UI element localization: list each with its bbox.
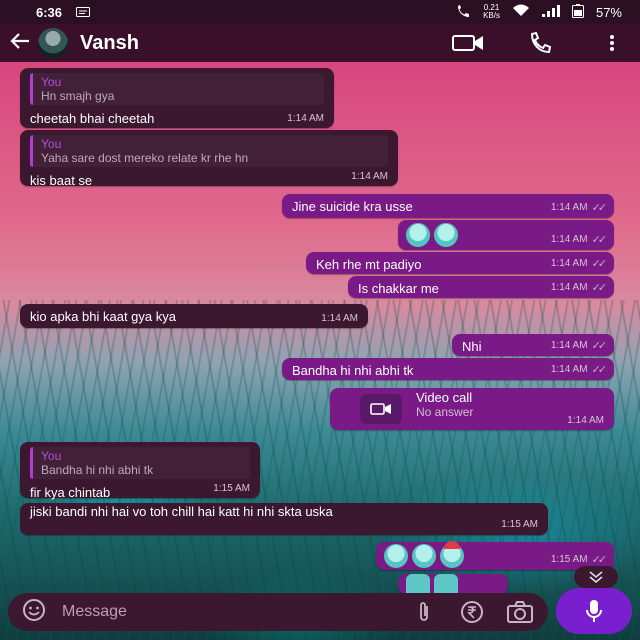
- message-time: 1:14 AM: [287, 113, 324, 124]
- missed-video-call-bubble[interactable]: Video call No answer 1:14 AM: [330, 388, 614, 430]
- message-text: jiski bandi nhi hai vo toh chill hai kat…: [30, 504, 333, 519]
- quoted-reply[interactable]: You Hn smajh gya: [30, 73, 324, 105]
- message-time: 1:14 AM: [550, 340, 588, 351]
- read-ticks-icon: ✓✓: [591, 258, 608, 270]
- message-bubble-outgoing[interactable]: Keh rhe mt padiyo 1:14 AM ✓✓: [306, 252, 614, 274]
- message-bubble-incoming[interactable]: You Bandha hi nhi abhi tk fir kya chinta…: [20, 442, 260, 500]
- status-bar: 6:36 0.21 KB/s 57%: [0, 0, 640, 24]
- quote-text: Yaha sare dost mereko relate kr rhe hn: [41, 151, 249, 165]
- message-bubble-outgoing[interactable]: Jine suicide kra usse 1:14 AM ✓✓: [282, 194, 614, 218]
- message-time: 1:15 AM: [501, 519, 538, 530]
- read-ticks-icon: ✓✓: [591, 202, 608, 214]
- attach-icon[interactable]: [410, 598, 438, 626]
- network-speed: 0.21 KB/s: [483, 4, 500, 20]
- quote-author: You: [41, 75, 62, 89]
- message-bubble-outgoing[interactable]: Bandha hi nhi abhi tk 1:14 AM ✓✓: [282, 358, 614, 380]
- message-time: 1:15 AM: [550, 554, 588, 565]
- quoted-reply[interactable]: You Bandha hi nhi abhi tk: [30, 447, 250, 479]
- message-input[interactable]: [62, 603, 390, 621]
- message-text: kis baat se: [30, 173, 93, 188]
- read-ticks-icon: ✓✓: [591, 554, 608, 566]
- message-text: cheetah bhai cheetah: [30, 111, 155, 126]
- message-bubble-outgoing[interactable]: 1:14 AM ✓✓: [398, 220, 614, 250]
- call-status: No answer: [416, 404, 474, 419]
- message-composer: [8, 593, 548, 631]
- message-time: 1:14 AM: [550, 202, 588, 213]
- message-time: 1:14 AM: [351, 171, 388, 182]
- message-time: 1:14 AM: [321, 313, 358, 324]
- camera-icon[interactable]: [506, 598, 534, 626]
- rupee-icon[interactable]: [458, 598, 486, 626]
- message-text: kio apka bhi kaat gya kya: [30, 309, 176, 324]
- message-time: 1:14 AM: [550, 234, 588, 245]
- contact-avatar[interactable]: [38, 28, 68, 58]
- read-ticks-icon: ✓✓: [591, 234, 608, 246]
- read-ticks-icon: ✓✓: [591, 364, 608, 376]
- network-speed-unit: KB/s: [483, 11, 500, 20]
- more-options-icon[interactable]: [596, 29, 628, 57]
- read-ticks-icon: ✓✓: [591, 340, 608, 352]
- thumbs-up-icon: [406, 574, 430, 594]
- quote-text: Bandha hi nhi abhi tk: [41, 463, 154, 477]
- mic-icon: [586, 600, 602, 622]
- call-title: Video call: [416, 389, 473, 405]
- cowboy-face-icon: [440, 541, 464, 568]
- quote-text: Hn smajh gya: [41, 89, 115, 103]
- message-bubble-incoming[interactable]: You Hn smajh gya cheetah bhai cheetah 1:…: [20, 68, 334, 128]
- battery-percent: 57%: [595, 4, 622, 20]
- message-time: 1:15 AM: [213, 483, 250, 494]
- message-bubble-outgoing[interactable]: 1:15 AM ✓✓: [376, 541, 614, 570]
- message-bubble-outgoing[interactable]: [398, 574, 508, 594]
- emoji-icon[interactable]: [22, 598, 46, 627]
- message-time: 1:14 AM: [567, 415, 604, 426]
- battery-icon: [571, 3, 584, 21]
- signal-icon: [541, 4, 560, 20]
- video-camera-icon: [370, 403, 391, 415]
- contact-name[interactable]: Vansh: [80, 32, 139, 55]
- cold-sweat-face-icon: [406, 223, 430, 247]
- scroll-to-bottom-button[interactable]: [574, 566, 618, 588]
- voice-call-icon[interactable]: [524, 29, 556, 57]
- call-type-box: [360, 394, 402, 424]
- chat-header: Vansh: [0, 24, 640, 62]
- thumbs-up-icon: [434, 574, 458, 594]
- read-ticks-icon: ✓✓: [591, 282, 608, 294]
- message-bubble-incoming[interactable]: You Yaha sare dost mereko relate kr rhe …: [20, 130, 398, 188]
- cold-sweat-face-icon: [412, 544, 436, 568]
- status-time: 6:36: [36, 4, 63, 20]
- message-time: 1:14 AM: [550, 282, 588, 293]
- wifi-call-icon: [455, 4, 471, 21]
- message-time: 1:14 AM: [550, 258, 588, 269]
- double-chevron-down-icon: [589, 571, 603, 583]
- message-bubble-outgoing[interactable]: Nhi 1:14 AM ✓✓: [452, 334, 614, 356]
- cold-sweat-face-icon: [434, 223, 458, 247]
- message-notification-icon: [76, 5, 91, 20]
- quote-author: You: [41, 449, 62, 463]
- message-bubble-outgoing[interactable]: Is chakkar me 1:14 AM ✓✓: [348, 276, 614, 298]
- message-bubble-incoming[interactable]: jiski bandi nhi hai vo toh chill hai kat…: [20, 503, 548, 535]
- voice-record-button[interactable]: [556, 588, 632, 634]
- message-bubble-incoming[interactable]: kio apka bhi kaat gya kya 1:14 AM: [20, 304, 368, 328]
- message-time: 1:14 AM: [550, 364, 588, 375]
- quoted-reply[interactable]: You Yaha sare dost mereko relate kr rhe …: [30, 135, 388, 167]
- wifi-icon: [512, 4, 530, 20]
- video-call-icon[interactable]: [452, 29, 484, 57]
- cold-sweat-face-icon: [384, 544, 408, 568]
- back-arrow-icon[interactable]: [6, 30, 34, 56]
- quote-author: You: [41, 137, 62, 151]
